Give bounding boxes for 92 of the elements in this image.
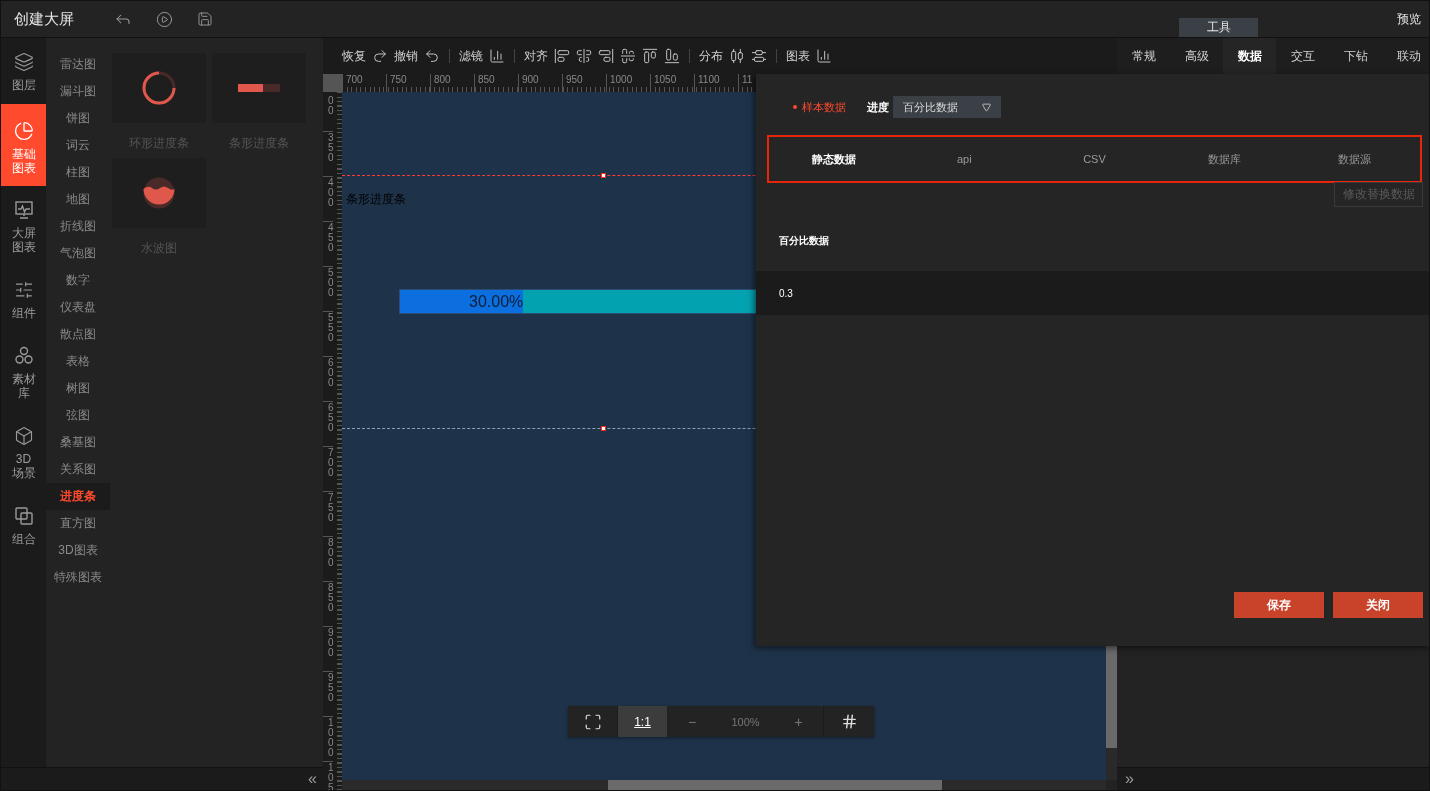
layers-icon [13, 52, 34, 72]
bar-chart-icon[interactable] [489, 48, 505, 64]
distribute-vertical-icon[interactable] [751, 48, 767, 64]
fit-screen-icon [583, 712, 602, 731]
category-item[interactable]: 数字 [46, 267, 110, 294]
chart-label[interactable]: 图表 [786, 47, 810, 65]
category-item[interactable]: 漏斗图 [46, 78, 110, 105]
rail-item[interactable]: 组件 [1, 266, 46, 332]
water-wave-drawing [143, 177, 175, 209]
category-item[interactable]: 饼图 [46, 105, 110, 132]
redo-icon[interactable] [372, 48, 388, 64]
sliders-icon [13, 280, 34, 300]
table-header: 百分比数据 [778, 234, 830, 248]
redo-label[interactable]: 恢复 [342, 47, 366, 65]
category-item[interactable]: 雷达图 [46, 51, 110, 78]
category-item[interactable]: 地图 [46, 186, 110, 213]
category-item[interactable]: 进度条 [46, 483, 110, 510]
zoom-in-button[interactable]: + [774, 706, 824, 737]
expand-chevron[interactable]: » [1125, 770, 1134, 788]
panel-tab[interactable]: 数据 [1223, 38, 1276, 74]
bar-progress-drawing [238, 84, 280, 92]
category-item[interactable]: 特殊图表 [46, 564, 110, 591]
category-item[interactable]: 3D图表 [46, 537, 110, 564]
bar-chart-icon[interactable] [816, 48, 832, 64]
category-item[interactable]: 树图 [46, 375, 110, 402]
category-item[interactable]: 关系图 [46, 456, 110, 483]
source-tab[interactable]: 数据库 [1159, 137, 1290, 181]
save-icon[interactable] [197, 11, 213, 27]
actual-size-button[interactable]: 1:1 [618, 706, 667, 737]
ruler-corner [323, 74, 342, 92]
source-tab[interactable]: 静态数据 [769, 137, 900, 181]
sample-data-label[interactable]: 样本数据 [802, 99, 846, 115]
monitor-pulse-icon [13, 200, 34, 220]
collapse-chevron[interactable]: « [308, 770, 317, 788]
align-left-icon[interactable] [554, 48, 570, 64]
data-type-select[interactable]: 百分比数据 [893, 96, 1001, 118]
rail-item[interactable]: 3D场景 [1, 412, 46, 492]
category-item[interactable]: 柱图 [46, 159, 110, 186]
rail-item[interactable]: 组合 [1, 492, 46, 558]
category-item[interactable]: 折线图 [46, 213, 110, 240]
tool-tab[interactable]: 工具 [1179, 18, 1258, 37]
pie-chart-icon [13, 121, 34, 141]
guide-handle[interactable] [601, 173, 606, 178]
rail-item[interactable]: 素材库 [1, 332, 46, 412]
rail-item[interactable]: 图层 [1, 38, 46, 104]
distribute-label: 分布 [699, 47, 723, 65]
caret-icon [982, 102, 991, 112]
zoom-out-button[interactable]: − [667, 706, 717, 737]
play-icon[interactable] [156, 10, 173, 28]
progress-label: 进度 [867, 99, 889, 115]
category-item[interactable]: 仪表盘 [46, 294, 110, 321]
horizontal-scrollbar[interactable] [342, 780, 1106, 790]
undo-icon[interactable] [424, 48, 440, 64]
rail-item[interactable]: 基础图表 [1, 104, 46, 186]
dot-icon [793, 105, 797, 109]
source-tab[interactable]: 数据源 [1289, 137, 1420, 181]
preview-link[interactable]: 预览 [1397, 10, 1421, 28]
zoom-level: 100% [730, 714, 761, 730]
table-cell: 0.3 [756, 271, 1429, 315]
chart-thumbnail[interactable] [112, 158, 206, 228]
align-center-icon[interactable] [576, 48, 592, 64]
category-item[interactable]: 桑基图 [46, 429, 110, 456]
align-right-icon[interactable] [598, 48, 614, 64]
category-item[interactable]: 散点图 [46, 321, 110, 348]
overlapping-squares-icon [13, 506, 34, 526]
align-bottom-icon[interactable] [664, 48, 680, 64]
ring-progress-drawing [141, 70, 177, 106]
cube-icon [13, 426, 34, 446]
element-label: 条形进度条 [346, 191, 406, 208]
progress-text: 30.00% [469, 292, 524, 311]
rail-item[interactable]: 大屏图表 [1, 186, 46, 266]
align-top-icon[interactable] [642, 48, 658, 64]
category-item[interactable]: 表格 [46, 348, 110, 375]
align-middle-icon[interactable] [620, 48, 636, 64]
category-item[interactable]: 词云 [46, 132, 110, 159]
guide-handle[interactable] [601, 426, 606, 431]
distribute-horizontal-icon[interactable] [729, 48, 745, 64]
filter-label[interactable]: 滤镜 [459, 47, 483, 65]
grid-icon [840, 713, 858, 730]
category-item[interactable]: 气泡图 [46, 240, 110, 267]
undo-label[interactable]: 撤销 [394, 47, 418, 65]
align-label: 对齐 [524, 47, 548, 65]
circles-icon [13, 346, 34, 366]
category-item[interactable]: 弦图 [46, 402, 110, 429]
source-tab[interactable]: CSV [1029, 137, 1160, 181]
close-button[interactable]: 关闭 [1333, 592, 1423, 618]
save-button[interactable]: 保存 [1234, 592, 1324, 618]
chart-thumbnail[interactable] [212, 53, 306, 123]
category-item[interactable]: 直方图 [46, 510, 110, 537]
app-title: 创建大屏 [14, 9, 74, 29]
chart-thumbnail[interactable] [112, 53, 206, 123]
source-tab[interactable]: api [899, 137, 1030, 181]
